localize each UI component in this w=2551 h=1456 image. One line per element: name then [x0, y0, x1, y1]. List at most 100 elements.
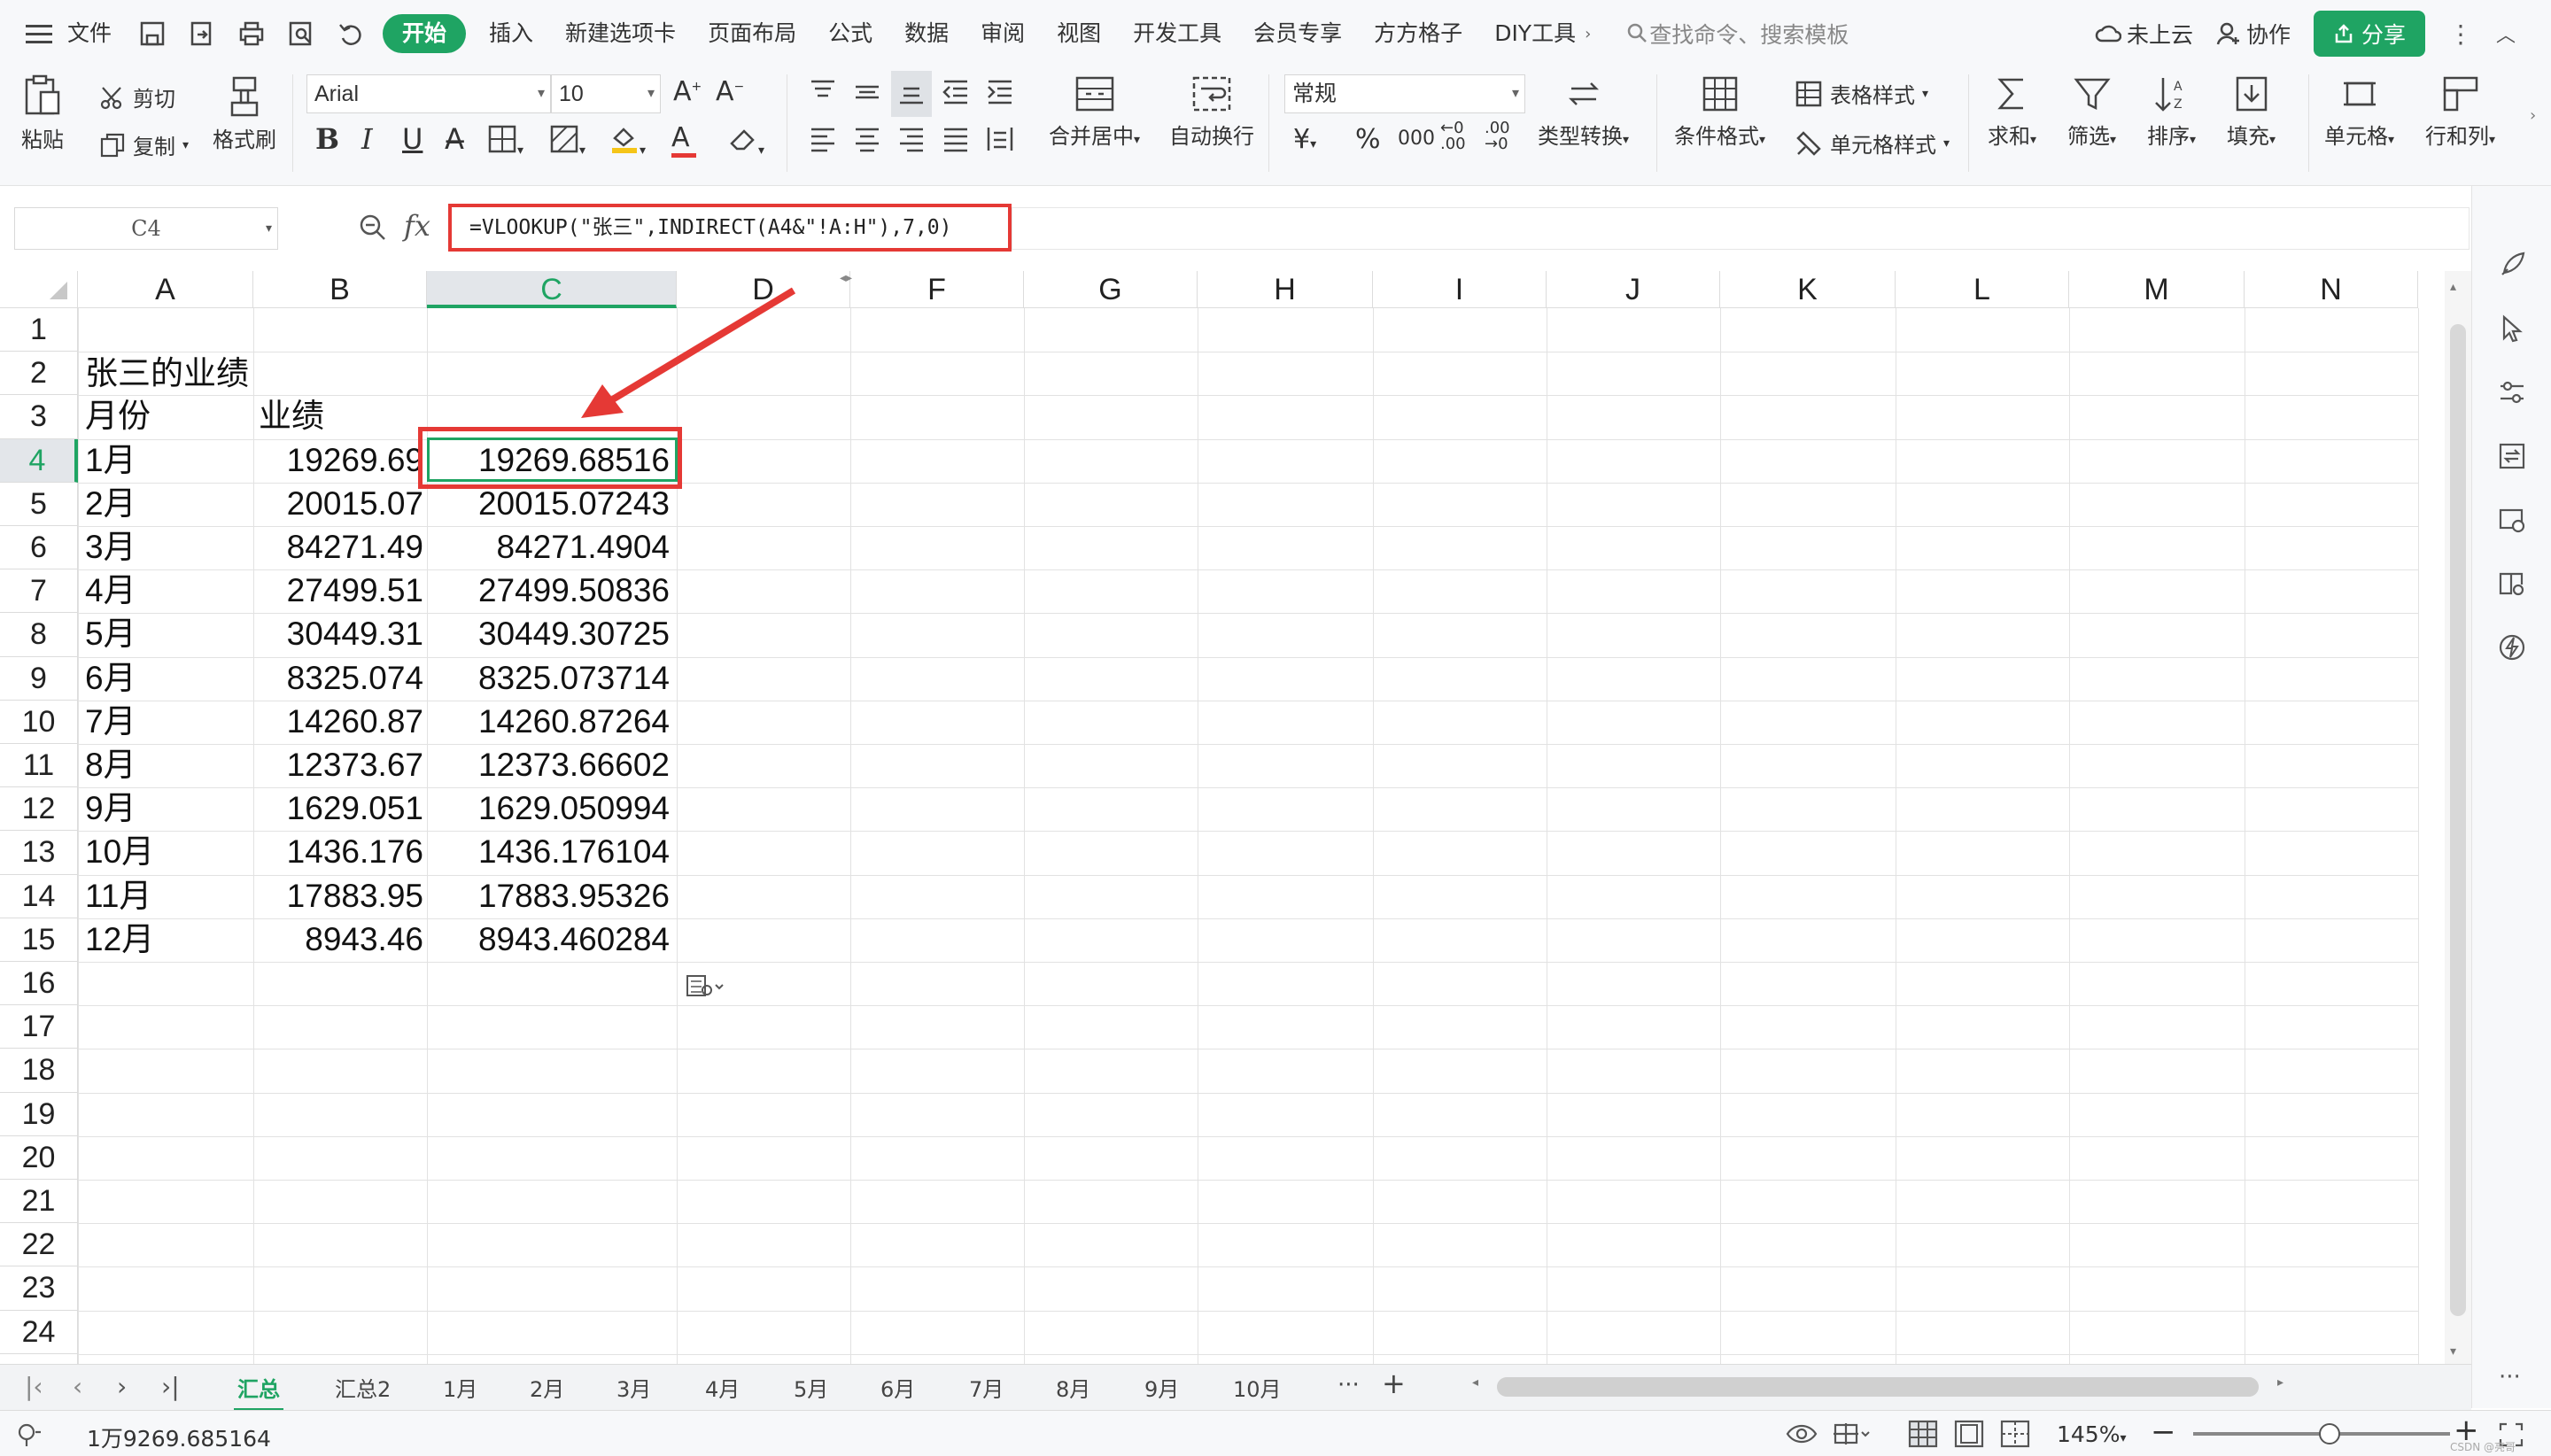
page-break-view-icon[interactable] — [2000, 1420, 2030, 1448]
undo-icon[interactable] — [331, 14, 370, 53]
scroll-right-icon[interactable]: ▸ — [2277, 1375, 2283, 1390]
justify-icon[interactable] — [941, 124, 971, 159]
fill-style-button[interactable]: ▾ — [549, 124, 585, 159]
type-convert-button[interactable]: 类型转换▾ — [1538, 74, 1629, 150]
collaborate-button[interactable]: 协作 — [2216, 18, 2291, 50]
scroll-up-icon[interactable]: ▴ — [2450, 280, 2456, 294]
percent-button[interactable]: % — [1355, 124, 1381, 155]
swap-icon[interactable] — [2497, 441, 2527, 471]
sheet-tab-jan[interactable]: 1月 — [443, 1372, 477, 1403]
tab-new-tab[interactable]: 新建选项卡 — [549, 0, 692, 67]
tab-fangfang[interactable]: 方方格子 — [1358, 0, 1478, 67]
tab-data[interactable]: 数据 — [888, 0, 965, 67]
more-tools-icon[interactable]: ··· — [2499, 1364, 2521, 1390]
sheet-tab-feb[interactable]: 2月 — [530, 1372, 564, 1403]
eye-icon[interactable] — [1786, 1421, 1818, 1446]
scroll-down-icon[interactable]: ▾ — [2450, 1344, 2456, 1359]
font-size-select[interactable]: 10 ▾ — [551, 74, 661, 113]
tab-member[interactable]: 会员专享 — [1237, 0, 1358, 67]
prev-sheet-icon[interactable]: ‹ — [73, 1372, 82, 1401]
merge-center-button[interactable]: 合并居中▾ — [1049, 74, 1140, 150]
filter-button[interactable]: 筛选▾ — [2067, 74, 2116, 150]
distribute-icon[interactable] — [985, 124, 1015, 159]
decrease-font-icon[interactable]: A− — [716, 76, 744, 107]
collapse-ribbon-icon[interactable]: ︿ — [2496, 19, 2516, 48]
align-bottom-icon[interactable] — [891, 71, 932, 117]
indent-increase-icon[interactable] — [985, 76, 1015, 112]
zoom-formula-icon[interactable] — [358, 213, 388, 246]
spreadsheet-grid[interactable]: A B C D F G H I J K L M N ◂▸ 1 2 3 4 5 6 7 8 9 10… — [0, 271, 2445, 1364]
tab-view[interactable]: 视图 — [1041, 0, 1117, 67]
paste-button[interactable]: 粘贴 — [21, 74, 64, 153]
sheet-tab-aug[interactable]: 8月 — [1056, 1372, 1090, 1403]
vertical-scroll-thumb[interactable] — [2450, 324, 2466, 1316]
font-color-button[interactable]: A — [671, 122, 696, 158]
name-box[interactable]: C4 ▾ — [14, 207, 278, 250]
tabs-more-icon[interactable]: › — [1576, 25, 1600, 43]
first-sheet-icon[interactable]: |‹ — [25, 1372, 43, 1401]
indent-decrease-icon[interactable] — [941, 76, 971, 112]
sheet-tab-oct[interactable]: 10月 — [1233, 1372, 1282, 1403]
align-right-icon[interactable] — [896, 124, 927, 159]
image-settings-icon[interactable] — [2497, 505, 2527, 535]
number-format-select[interactable]: 常规 ▾ — [1284, 74, 1525, 113]
sheet-tab-summary2[interactable]: 汇总2 — [335, 1372, 391, 1403]
border-button[interactable]: ▾ — [487, 124, 523, 159]
fill-color-button[interactable]: ▾ — [609, 124, 646, 159]
tab-formulas[interactable]: 公式 — [812, 0, 888, 67]
cell-style-button[interactable]: 单元格样式 ▾ — [1795, 128, 1950, 159]
cut-button[interactable]: 剪切 — [99, 81, 175, 112]
font-name-select[interactable]: Arial ▾ — [306, 74, 551, 113]
conditional-format-button[interactable]: 条件格式▾ — [1674, 74, 1765, 150]
page-layout-view-icon[interactable] — [1954, 1420, 1984, 1448]
pointer-icon[interactable] — [2497, 314, 2527, 344]
sheet-tab-jul[interactable]: 7月 — [969, 1372, 1004, 1403]
next-sheet-icon[interactable]: › — [117, 1372, 127, 1401]
menu-icon[interactable] — [19, 14, 58, 53]
sheet-tab-sep[interactable]: 9月 — [1144, 1372, 1179, 1403]
sheet-tab-jun[interactable]: 6月 — [880, 1372, 915, 1403]
strikethrough-icon[interactable]: A̶ — [445, 122, 464, 156]
format-painter-button[interactable]: 格式刷 — [213, 74, 276, 153]
align-middle-icon[interactable] — [852, 76, 882, 112]
tab-insert[interactable]: 插入 — [473, 0, 549, 67]
tab-developer[interactable]: 开发工具 — [1117, 0, 1237, 67]
rocket-icon[interactable] — [2497, 250, 2527, 280]
currency-button[interactable]: ¥▾ — [1293, 124, 1316, 155]
align-center-icon[interactable] — [852, 124, 882, 159]
last-sheet-icon[interactable]: ›| — [161, 1372, 180, 1401]
zoom-slider-handle[interactable] — [2319, 1423, 2340, 1444]
horizontal-scroll-thumb[interactable] — [1497, 1377, 2259, 1397]
align-top-icon[interactable] — [808, 76, 838, 112]
sort-button[interactable]: AZ 排序▾ — [2147, 74, 2196, 150]
freeze-icon[interactable] — [1832, 1421, 1871, 1446]
lightning-icon[interactable] — [2497, 632, 2527, 662]
tab-home[interactable]: 开始 — [383, 14, 467, 53]
formula-input-extension[interactable] — [1012, 207, 2470, 250]
cloud-status-button[interactable]: 未上云 — [2095, 18, 2193, 50]
sheet-tab-summary[interactable]: 汇总 — [234, 1372, 283, 1412]
fx-icon[interactable]: fx — [404, 209, 430, 243]
save-icon[interactable] — [133, 14, 172, 53]
file-menu[interactable]: 文件 — [64, 0, 128, 67]
print-icon[interactable] — [232, 14, 271, 53]
scroll-left-icon[interactable]: ◂ — [1472, 1375, 1478, 1390]
formula-input[interactable]: =VLOOKUP("张三",INDIRECT(A4&"!A:H"),7,0) — [448, 204, 1012, 252]
macro-record-icon[interactable] — [16, 1421, 43, 1448]
cell-button[interactable]: 单元格▾ — [2324, 74, 2394, 150]
italic-button[interactable]: I — [361, 122, 373, 156]
tab-review[interactable]: 审阅 — [965, 0, 1041, 67]
add-sheet-icon[interactable]: + — [1382, 1367, 1406, 1400]
zoom-level[interactable]: 145%▾ — [2057, 1421, 2127, 1447]
normal-view-icon[interactable] — [1908, 1420, 1938, 1448]
sheet-tab-mar[interactable]: 3月 — [616, 1372, 651, 1403]
share-button[interactable]: 分享 — [2313, 11, 2425, 57]
fill-button[interactable]: 填充▾ — [2227, 74, 2276, 150]
row-col-button[interactable]: 行和列▾ — [2425, 74, 2495, 150]
align-left-icon[interactable] — [808, 124, 838, 159]
print-preview-icon[interactable] — [282, 14, 321, 53]
command-search[interactable]: 查找命令、搜索模板 — [1626, 18, 1849, 50]
sum-button[interactable]: 求和▾ — [1988, 74, 2036, 150]
increase-font-icon[interactable]: A+ — [673, 76, 702, 107]
more-options-icon[interactable]: ⋮ — [2448, 19, 2473, 49]
